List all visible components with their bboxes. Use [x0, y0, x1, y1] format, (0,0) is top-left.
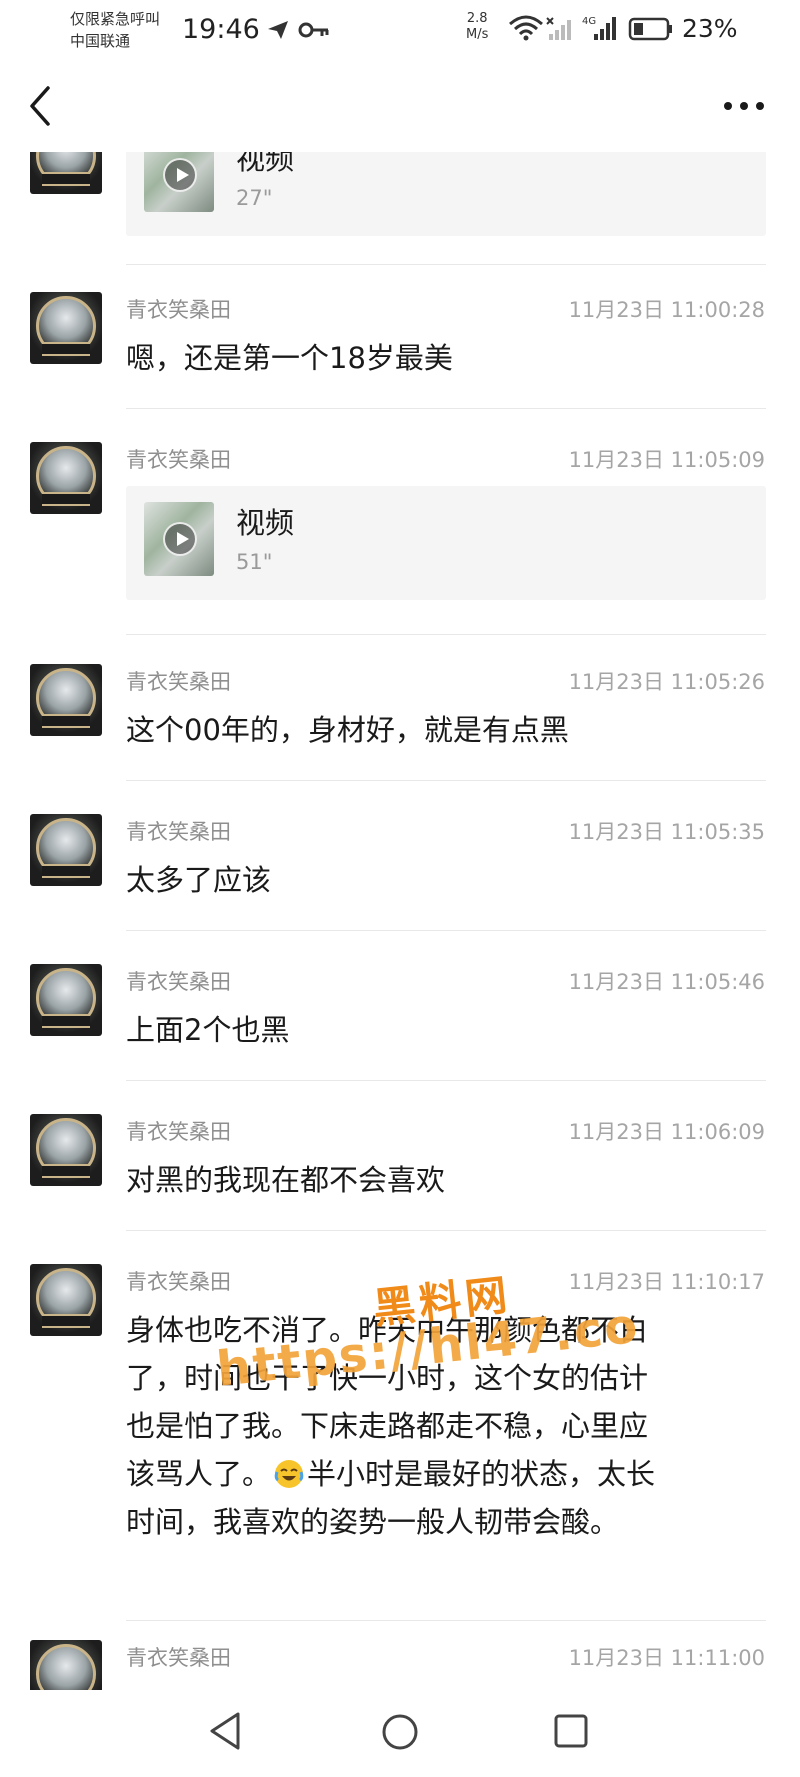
network-speed: 2.8 M/s [466, 11, 488, 43]
battery-percent: 23% [682, 14, 738, 43]
message-timestamp: 11月23日 11:05:26 [568, 670, 765, 694]
avatar[interactable] [30, 1640, 102, 1690]
play-icon [163, 158, 197, 192]
message-timestamp: 11月23日 11:00:28 [568, 298, 765, 322]
divider [126, 1230, 766, 1231]
divider [126, 930, 766, 931]
carrier-line-2: 中国联通 [70, 32, 131, 50]
video-duration: 27" [236, 186, 273, 210]
carrier-info: 仅限紧急呼叫 中国联通 [70, 8, 160, 52]
message-line: 该骂人了。 半小时是最好的状态，太长 [126, 1450, 766, 1498]
message-timestamp: 11月23日 11:05:46 [568, 970, 765, 994]
video-message[interactable]: 视频 51" [126, 486, 766, 600]
video-thumbnail [144, 502, 214, 576]
square-recent-icon[interactable] [552, 1712, 590, 1750]
divider [126, 1620, 766, 1621]
chat-history-list[interactable]: 视频 27" 青衣笑桑田 11月23日 11:00:28 嗯，还是第一个18岁最… [0, 152, 800, 1690]
avatar[interactable] [30, 664, 102, 736]
divider [126, 634, 766, 635]
back-icon[interactable] [26, 84, 56, 128]
avatar[interactable] [30, 1264, 102, 1336]
crying-laughing-emoji-icon [274, 1460, 304, 1488]
key-icon [298, 22, 329, 38]
message-timestamp: 11月23日 11:11:00 [568, 1646, 765, 1670]
message-timestamp: 11月23日 11:05:35 [568, 820, 765, 844]
signal-bars-sim1-icon [546, 17, 571, 40]
avatar[interactable] [30, 442, 102, 514]
chat-header [0, 62, 800, 152]
divider [126, 780, 766, 781]
divider [126, 408, 766, 409]
video-message[interactable]: 视频 27" [126, 152, 766, 236]
message-text: 对黑的我现在都不会喜欢 [126, 1163, 446, 1197]
message-timestamp: 11月23日 11:05:09 [568, 448, 765, 472]
circle-home-icon[interactable] [380, 1712, 420, 1752]
avatar[interactable] [30, 814, 102, 886]
more-dots-icon[interactable] [722, 98, 766, 114]
message-text: 太多了应该 [126, 863, 272, 897]
network-speed-unit: M/s [466, 27, 489, 42]
message-line-part: 半小时是最好的状态，太长 [307, 1457, 656, 1491]
sender-name: 青衣笑桑田 [126, 448, 231, 472]
message-text: 上面2个也黑 [126, 1013, 290, 1047]
video-label: 视频 [236, 506, 295, 540]
wifi-icon [509, 15, 543, 41]
signal-4g-label: 4G [582, 16, 596, 27]
avatar[interactable] [30, 292, 102, 364]
video-label: 视频 [236, 152, 295, 176]
sender-name: 青衣笑桑田 [126, 670, 231, 694]
divider [126, 264, 766, 265]
avatar[interactable] [30, 1114, 102, 1186]
avatar[interactable] [30, 152, 102, 194]
status-time: 19:46 [182, 14, 260, 45]
message-text: 嗯，还是第一个18岁最美 [126, 341, 453, 375]
sender-name: 青衣笑桑田 [126, 1120, 231, 1144]
sender-name: 青衣笑桑田 [126, 970, 231, 994]
play-icon [163, 522, 197, 556]
send-icon [268, 21, 288, 39]
sender-name: 青衣笑桑田 [126, 298, 231, 322]
video-duration: 51" [236, 550, 273, 574]
system-nav-bar [0, 1690, 800, 1777]
avatar[interactable] [30, 964, 102, 1036]
video-thumbnail [144, 152, 214, 212]
sender-name: 青衣笑桑田 [126, 820, 231, 844]
message-timestamp: 11月23日 11:06:09 [568, 1120, 765, 1144]
message-line-part: 该骂人了。 [126, 1457, 272, 1491]
message-line: 时间，我喜欢的姿势一般人韧带会酸。 [126, 1505, 620, 1539]
network-speed-value: 2.8 [466, 11, 488, 26]
signal-bars-4g-icon: 4G [582, 16, 616, 40]
status-bar: 仅限紧急呼叫 中国联通 19:46 2.8 M/s 4G 23% [0, 0, 800, 62]
triangle-back-icon[interactable] [206, 1710, 246, 1752]
sender-name: 青衣笑桑田 [126, 1646, 231, 1670]
message-text: 这个00年的，身材好，就是有点黑 [126, 713, 569, 747]
battery-icon [628, 17, 672, 41]
divider [126, 1080, 766, 1081]
carrier-line-1: 仅限紧急呼叫 [70, 10, 161, 28]
